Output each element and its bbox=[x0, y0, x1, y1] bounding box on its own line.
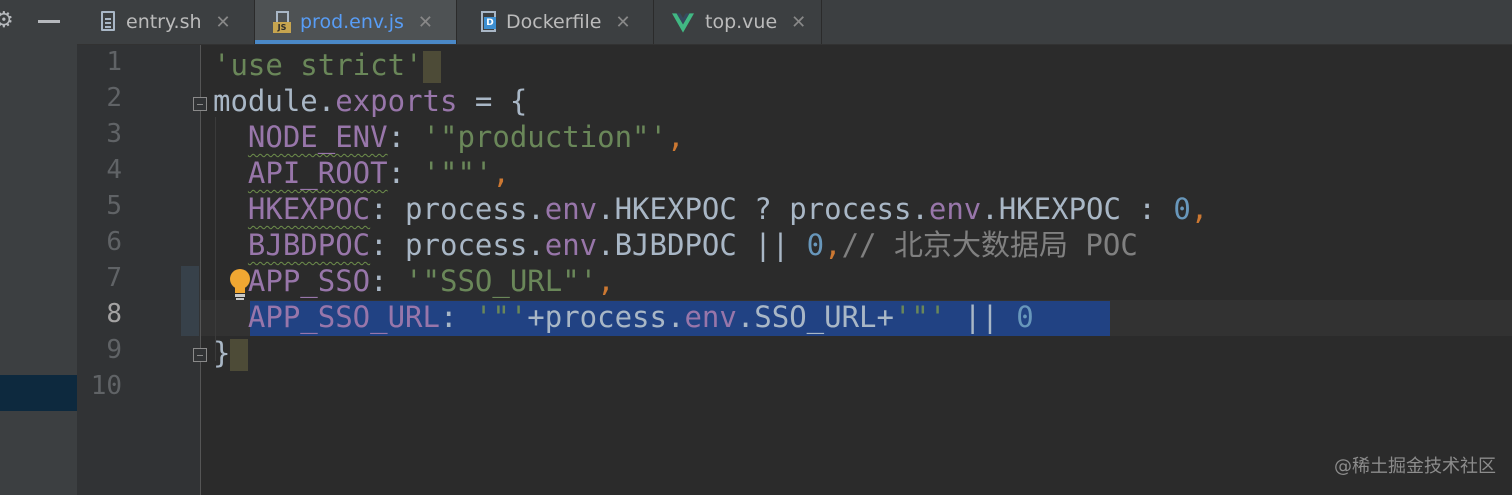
code-line-9[interactable]: } bbox=[213, 335, 249, 371]
close-icon[interactable]: ✕ bbox=[418, 12, 433, 33]
matched-brace-marker bbox=[230, 339, 249, 371]
vue-file-icon bbox=[672, 11, 696, 33]
line-number: 6 bbox=[106, 227, 122, 257]
code-editor[interactable]: 'use strict' module.exports = { NODE_ENV… bbox=[201, 45, 1512, 495]
code-line-3[interactable]: NODE_ENV: '"production"', bbox=[213, 119, 685, 155]
code-line-6[interactable]: BJBDPOC: process.env.BJBDPOC || 0,// 北京大… bbox=[213, 227, 1138, 263]
js-file-icon: JS bbox=[273, 11, 291, 33]
editor-tab-bar: entry.sh ✕ JS prod.env.js ✕ D Dockerfile… bbox=[77, 0, 1512, 45]
code-line-1[interactable]: 'use strict' bbox=[213, 47, 441, 83]
code-line-2[interactable]: module.exports = { bbox=[213, 83, 527, 119]
code-line-4[interactable]: API_ROOT: '""', bbox=[213, 155, 510, 191]
tab-dockerfile[interactable]: D Dockerfile ✕ bbox=[457, 0, 654, 44]
close-icon[interactable]: ✕ bbox=[615, 12, 630, 33]
line-number: 9 bbox=[106, 335, 122, 365]
code-line-8[interactable]: APP_SSO_URL: '"'+process.env.SSO_URL+'"'… bbox=[213, 299, 1034, 335]
vcs-change-marker[interactable] bbox=[181, 266, 199, 336]
line-number: 3 bbox=[106, 119, 122, 149]
tab-label: top.vue bbox=[705, 11, 778, 33]
dockerfile-icon: D bbox=[479, 11, 497, 33]
shell-file-icon bbox=[99, 11, 117, 33]
line-number-gutter[interactable]: 1 2 3 4 5 6 7 8 9 10 bbox=[77, 45, 207, 495]
tab-label: entry.sh bbox=[126, 11, 202, 33]
tab-top-vue[interactable]: top.vue ✕ bbox=[654, 0, 822, 44]
line-number: 1 bbox=[106, 47, 122, 77]
close-icon[interactable]: ✕ bbox=[791, 12, 806, 33]
close-icon[interactable]: ✕ bbox=[216, 12, 231, 33]
current-line-number: 8 bbox=[106, 299, 122, 329]
tab-entry-sh[interactable]: entry.sh ✕ bbox=[77, 0, 255, 44]
tab-prod-env-js[interactable]: JS prod.env.js ✕ bbox=[255, 0, 457, 44]
caret bbox=[422, 51, 441, 83]
watermark: @稀土掘金技术社区 bbox=[1334, 456, 1496, 477]
line-number: 7 bbox=[106, 263, 122, 293]
active-tab-indicator bbox=[255, 40, 456, 44]
tab-label: prod.env.js bbox=[300, 11, 404, 33]
gear-icon[interactable]: ⚙ bbox=[0, 8, 14, 33]
line-number: 4 bbox=[106, 155, 122, 185]
tab-label: Dockerfile bbox=[506, 11, 602, 33]
collapse-icon[interactable] bbox=[38, 20, 60, 23]
code-line-7[interactable]: APP_SSO: '"SSO_URL"', bbox=[213, 263, 615, 299]
selected-tree-item[interactable] bbox=[0, 375, 77, 411]
code-line-5[interactable]: HKEXPOC: process.env.HKEXPOC ? process.e… bbox=[213, 191, 1208, 227]
project-tool-strip: ⚙ bbox=[0, 0, 78, 495]
line-number: 10 bbox=[90, 371, 122, 401]
line-number: 5 bbox=[106, 191, 122, 221]
line-number: 2 bbox=[106, 83, 122, 113]
